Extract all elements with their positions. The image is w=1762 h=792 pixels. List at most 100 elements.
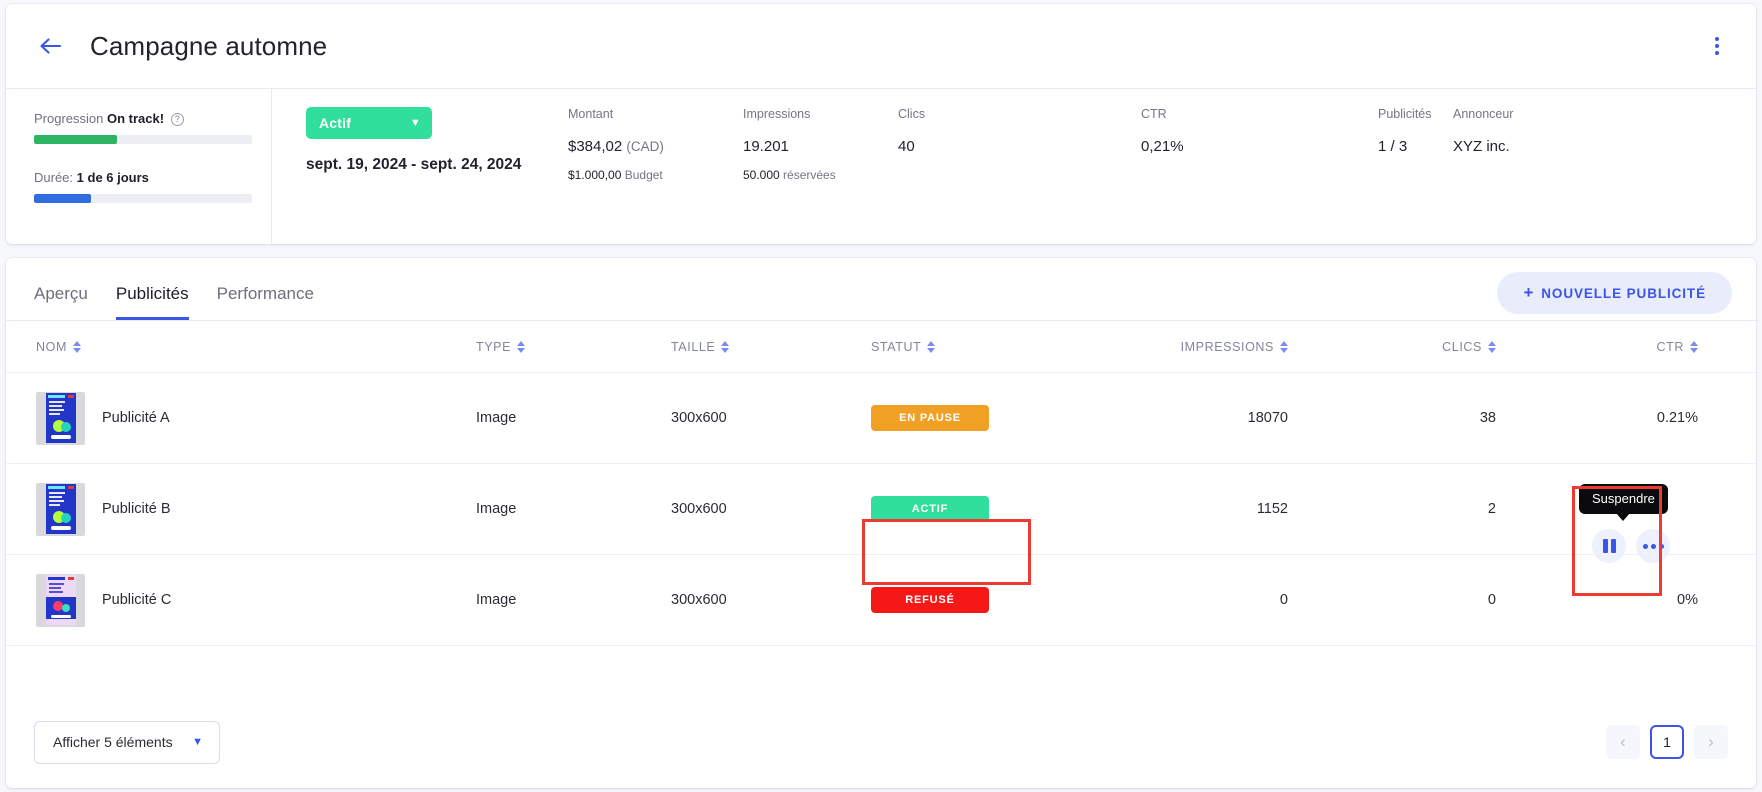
- campaign-date-range: sept. 19, 2024 - sept. 24, 2024: [306, 156, 568, 174]
- metric-sub-value: 50.000: [743, 168, 780, 182]
- duration-bar: [34, 194, 252, 203]
- pagination-prev-button[interactable]: ‹: [1606, 725, 1640, 759]
- metric-value: 19.201: [743, 138, 898, 155]
- table-row[interactable]: Publicité C Image 300x600 REFUSÉ 0 0 0%: [6, 555, 1758, 646]
- ad-ctr: 0.21%: [1568, 373, 1758, 464]
- column-header-impressions[interactable]: IMPRESSIONS: [1156, 321, 1398, 373]
- help-circle-icon[interactable]: ?: [171, 113, 184, 126]
- metric-label: Publicités: [1378, 107, 1453, 121]
- sort-icon: [927, 341, 935, 353]
- ad-clicks: 38: [1398, 373, 1568, 464]
- progression-label-text: Progression: [34, 111, 103, 126]
- campaign-status-select[interactable]: Actif ▼: [306, 107, 432, 139]
- pause-icon: [1603, 539, 1616, 553]
- ad-size: 300x600: [671, 555, 871, 646]
- campaign-summary: Progression On track! ? Durée: 1 de 6 jo…: [6, 88, 1756, 244]
- tab-publicites[interactable]: Publicités: [116, 284, 189, 320]
- metric-currency: (CAD): [626, 139, 664, 154]
- table-row[interactable]: Publicité A Image 300x600 EN PAUSE 18070…: [6, 373, 1758, 464]
- chevron-right-icon: ›: [1708, 732, 1714, 752]
- metric-value: XYZ inc.: [1453, 138, 1593, 155]
- arrow-left-icon[interactable]: [34, 29, 68, 63]
- column-header-statut[interactable]: STATUT: [871, 321, 1156, 373]
- metric-label: Clics: [898, 107, 1141, 121]
- pause-ad-button[interactable]: [1592, 529, 1626, 563]
- new-ad-button[interactable]: + NOUVELLE PUBLICITÉ: [1497, 272, 1732, 314]
- metric-montant: Montant $384,02 (CAD) $1.000,00 Budget: [568, 107, 743, 244]
- sort-icon: [517, 341, 525, 353]
- status-badge: EN PAUSE: [871, 405, 989, 431]
- metric-value: 40: [898, 138, 1141, 155]
- duration-bar-fill: [34, 194, 91, 203]
- duration-label-text: Durée:: [34, 170, 73, 185]
- per-page-select[interactable]: Afficher 5 éléments ▼: [34, 721, 220, 764]
- column-label: TYPE: [476, 340, 511, 354]
- status-block: Actif ▼ sept. 19, 2024 - sept. 24, 2024: [306, 107, 568, 244]
- sort-icon: [721, 341, 729, 353]
- progress-column: Progression On track! ? Durée: 1 de 6 jo…: [6, 89, 272, 244]
- duration-label: Durée: 1 de 6 jours: [34, 170, 243, 185]
- progression-bar-fill: [34, 135, 117, 144]
- metric-annonceur: Annonceur XYZ inc.: [1453, 107, 1593, 244]
- ads-table-card: Aperçu Publicités Performance + NOUVELLE…: [6, 258, 1756, 788]
- plus-icon: +: [1523, 283, 1534, 303]
- metric-impressions: Impressions 19.201 50.000 réservées: [743, 107, 898, 244]
- more-actions-button[interactable]: [1636, 529, 1670, 563]
- ads-table: NOM TYPE TAILLE STATUT: [6, 320, 1758, 646]
- progression-label: Progression On track! ?: [34, 111, 243, 126]
- column-header-type[interactable]: TYPE: [476, 321, 671, 373]
- tab-performance[interactable]: Performance: [217, 284, 314, 320]
- row-actions: [1592, 529, 1670, 563]
- chevron-left-icon: ‹: [1620, 732, 1626, 752]
- campaign-titlebar: Campagne automne: [6, 4, 1756, 88]
- metric-clics: Clics 40: [898, 107, 1141, 244]
- column-header-ctr[interactable]: CTR: [1568, 321, 1758, 373]
- per-page-label: Afficher 5 éléments: [53, 734, 173, 750]
- metric-amount: $384,02: [568, 138, 622, 155]
- table-row[interactable]: Publicité B Image 300x600 ACTIF 1152 2: [6, 464, 1758, 555]
- campaign-detail-page: Campagne automne Progression On track! ?…: [0, 0, 1762, 792]
- column-label: CLICS: [1442, 340, 1482, 354]
- progression-bar: [34, 135, 252, 144]
- metric-sub-label: réservées: [783, 168, 836, 182]
- status-badge: ACTIF: [871, 496, 989, 522]
- metric-label: Montant: [568, 107, 743, 121]
- ad-size: 300x600: [671, 373, 871, 464]
- table-footer: Afficher 5 éléments ▼ ‹ 1 ›: [6, 696, 1756, 788]
- metric-label: Annonceur: [1453, 107, 1593, 121]
- page-title: Campagne automne: [90, 31, 327, 62]
- column-label: TAILLE: [671, 340, 715, 354]
- metrics-row: Actif ▼ sept. 19, 2024 - sept. 24, 2024 …: [272, 89, 1756, 244]
- chevron-down-icon: ▼: [192, 736, 203, 748]
- metric-publicites: Publicités 1 / 3: [1378, 107, 1453, 244]
- progression-value: On track!: [107, 111, 164, 126]
- pagination-next-button[interactable]: ›: [1694, 725, 1728, 759]
- column-header-clics[interactable]: CLICS: [1398, 321, 1568, 373]
- sort-icon: [1690, 341, 1698, 353]
- metric-label: Impressions: [743, 107, 898, 121]
- pagination-page-1[interactable]: 1: [1650, 725, 1684, 759]
- ad-clicks: 0: [1398, 555, 1568, 646]
- metric-label: CTR: [1141, 107, 1378, 121]
- campaign-status-value: Actif: [319, 115, 351, 131]
- ad-impressions: 18070: [1156, 373, 1398, 464]
- column-label: IMPRESSIONS: [1181, 340, 1274, 354]
- column-label: CTR: [1657, 340, 1685, 354]
- ad-impressions: 0: [1156, 555, 1398, 646]
- ad-clicks: 2: [1398, 464, 1568, 555]
- chevron-down-icon: ▼: [410, 117, 421, 129]
- metric-value: 1 / 3: [1378, 138, 1453, 155]
- column-header-nom[interactable]: NOM: [6, 321, 476, 373]
- metric-value: 0,21%: [1141, 138, 1378, 155]
- ad-name: Publicité B: [102, 501, 171, 517]
- tab-apercu[interactable]: Aperçu: [34, 284, 88, 320]
- ad-impressions: 1152: [1156, 464, 1398, 555]
- sort-icon: [73, 341, 81, 353]
- ad-thumbnail: [36, 483, 85, 536]
- ad-thumbnail: [36, 574, 85, 627]
- ad-type: Image: [476, 555, 671, 646]
- ad-size: 300x600: [671, 464, 871, 555]
- column-header-taille[interactable]: TAILLE: [671, 321, 871, 373]
- kebab-menu-icon[interactable]: [1704, 33, 1730, 59]
- metric-ctr: CTR 0,21%: [1141, 107, 1378, 244]
